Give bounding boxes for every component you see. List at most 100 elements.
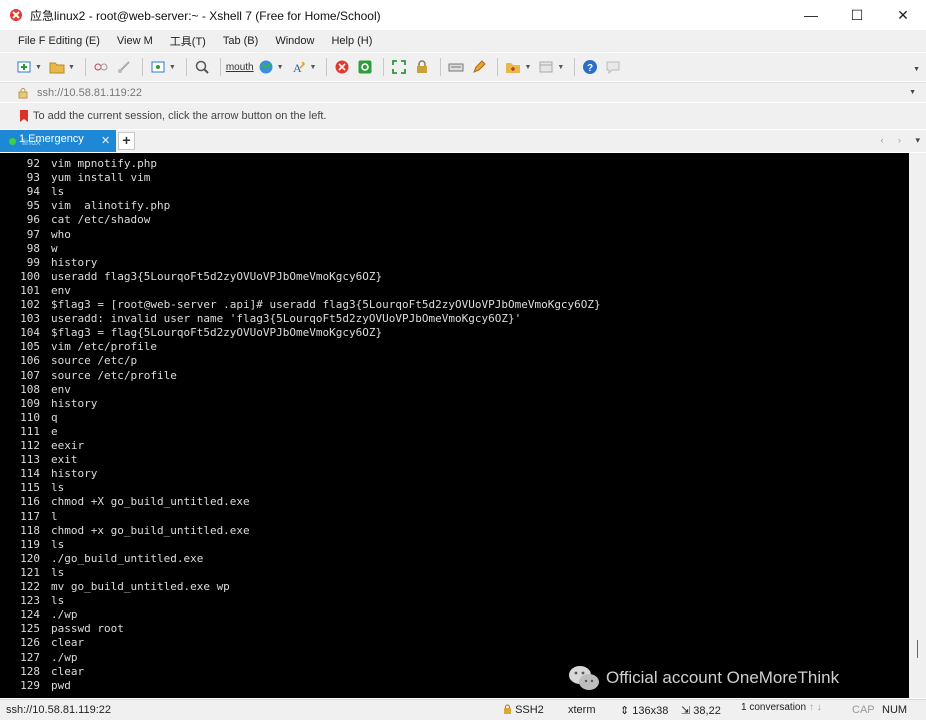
toolbar: ▼ ▼ ▼ mouth ▼ A ▼ ▼ ▼ ? ▼ — [0, 53, 926, 81]
toolbar-divider — [84, 58, 86, 76]
history-number: 109 — [20, 396, 40, 410]
history-command: q — [51, 410, 58, 424]
toolbar-divider — [141, 58, 143, 76]
status-cursor: ⇲ 38,22 — [681, 705, 721, 717]
history-command: vim /etc/profile — [51, 340, 157, 354]
terminal-line: 114 history — [0, 467, 909, 481]
history-number: 103 — [20, 312, 40, 326]
history-number: 128 — [20, 664, 40, 678]
history-command: who — [51, 227, 71, 241]
xftp-icon[interactable] — [332, 57, 352, 77]
history-command: vim alinotify.php — [51, 199, 171, 213]
menu-view[interactable]: View M — [117, 35, 153, 47]
help-icon[interactable]: ? — [580, 57, 600, 77]
font-icon[interactable]: A — [289, 57, 309, 77]
history-number: 126 — [20, 636, 40, 650]
terminal-line: 103 useradd: invalid user name 'flag3{5Lo… — [0, 312, 909, 326]
history-number: 117 — [20, 509, 40, 523]
tab-label: 1 Emergency — [19, 133, 84, 145]
menu-file-edit[interactable]: File F Editing (E) — [18, 35, 100, 47]
toolbar-overflow-icon[interactable]: ▼ — [913, 66, 920, 73]
terminal-line: 110 q — [0, 411, 909, 425]
menu-window[interactable]: Window — [275, 35, 314, 47]
history-command: source /etc/profile — [51, 368, 177, 382]
close-icon: ✕ — [897, 6, 909, 23]
chevron-down-icon[interactable]: ▼ — [35, 64, 42, 71]
chevron-down-icon[interactable]: ▼ — [68, 64, 75, 71]
wechat-icon — [569, 666, 599, 690]
chat-icon[interactable] — [603, 57, 623, 77]
lock-icon — [18, 87, 28, 98]
history-command: l — [51, 509, 58, 523]
history-command: useradd: invalid user name 'flag3{5Lourq… — [51, 312, 522, 326]
tab-emergency-linux[interactable]: linux 1 Emergency ✕ — [0, 130, 116, 152]
terminal-line: 116 chmod +X go_build_untitled.exe — [0, 495, 909, 509]
terminal-line: 113 exit — [0, 453, 909, 467]
keyboard-icon[interactable] — [446, 57, 466, 77]
maximize-button[interactable]: ☐ — [834, 0, 880, 30]
history-command: ls — [51, 565, 65, 579]
terminal-line: 101 env — [0, 284, 909, 298]
open-folder-icon[interactable] — [47, 57, 67, 77]
globe-icon[interactable] — [256, 57, 276, 77]
history-number: 108 — [20, 382, 40, 396]
new-session-icon[interactable] — [14, 57, 34, 77]
new-tab-button[interactable]: + — [118, 132, 135, 150]
terminal-line: 123 ls — [0, 594, 909, 608]
history-number: 124 — [20, 608, 40, 622]
chevron-down-icon[interactable]: ▼ — [909, 89, 916, 96]
layout-icon[interactable] — [536, 57, 556, 77]
tab-close-icon[interactable]: ✕ — [101, 134, 110, 147]
menu-tab[interactable]: Tab (B) — [223, 35, 258, 47]
history-command: ls — [51, 185, 65, 199]
fullscreen-icon[interactable] — [389, 57, 409, 77]
tab-menu-icon: ▾ — [915, 135, 920, 145]
pen-icon[interactable] — [469, 57, 489, 77]
chevron-down-icon[interactable]: ▼ — [169, 64, 176, 71]
chevron-down-icon[interactable]: ▼ — [524, 64, 531, 71]
toolbar-divider — [219, 58, 221, 76]
history-number: 115 — [20, 481, 40, 495]
history-number: 118 — [20, 523, 40, 537]
menu-help[interactable]: Help (H) — [331, 35, 372, 47]
minimize-button[interactable]: — — [788, 0, 834, 30]
history-number: 127 — [20, 650, 40, 664]
bookmark-icon[interactable] — [19, 110, 29, 122]
chevron-down-icon[interactable]: ▼ — [310, 64, 317, 71]
terminal-line: 107 source /etc/profile — [0, 369, 909, 383]
address-input[interactable]: ssh://10.58.81.119:22 — [37, 87, 909, 99]
terminal-line: 93 yum install vim — [0, 171, 909, 185]
chevron-down-icon[interactable]: ▼ — [557, 64, 564, 71]
terminal-line: 126 clear — [0, 636, 909, 650]
close-button[interactable]: ✕ — [880, 0, 926, 30]
history-command: w — [51, 241, 58, 255]
search-icon[interactable] — [192, 57, 212, 77]
history-number: 120 — [20, 551, 40, 565]
terminal-line: 112 eexir — [0, 439, 909, 453]
history-command: env — [51, 283, 71, 297]
history-command: chmod +X go_build_untitled.exe — [51, 495, 250, 509]
xftp-green-icon[interactable] — [355, 57, 375, 77]
svg-text:?: ? — [587, 63, 593, 74]
history-command: ./wp — [51, 650, 78, 664]
terminal-line: 111 e — [0, 425, 909, 439]
scrollbar-thumb[interactable] — [917, 640, 918, 658]
history-number: 99 — [26, 255, 40, 269]
add-folder-icon[interactable] — [503, 57, 523, 77]
history-number: 94 — [26, 185, 40, 199]
font-label[interactable]: mouth — [226, 62, 254, 73]
session-hint: To add the current session, click the ar… — [33, 110, 327, 122]
connect-icon[interactable] — [91, 57, 111, 77]
terminal-line: 92 vim mpnotify.php — [0, 157, 909, 171]
chevron-down-icon[interactable]: ▼ — [277, 64, 284, 71]
menu-tools[interactable]: 工具(T) — [170, 33, 206, 49]
terminal[interactable]: 92 vim mpnotify.php 93 yum install vim 94 ls 9… — [0, 153, 909, 698]
reconnect-icon[interactable] — [148, 57, 168, 77]
minimize-icon: — — [804, 7, 818, 23]
tab-navigation-icon[interactable]: ‹ › ▾ — [880, 135, 920, 146]
disconnect-icon[interactable] — [114, 57, 134, 77]
lock-icon[interactable] — [412, 57, 432, 77]
history-command: vim mpnotify.php — [51, 157, 157, 170]
history-command: pwd — [51, 678, 71, 692]
terminal-scrollbar[interactable] — [909, 153, 926, 698]
